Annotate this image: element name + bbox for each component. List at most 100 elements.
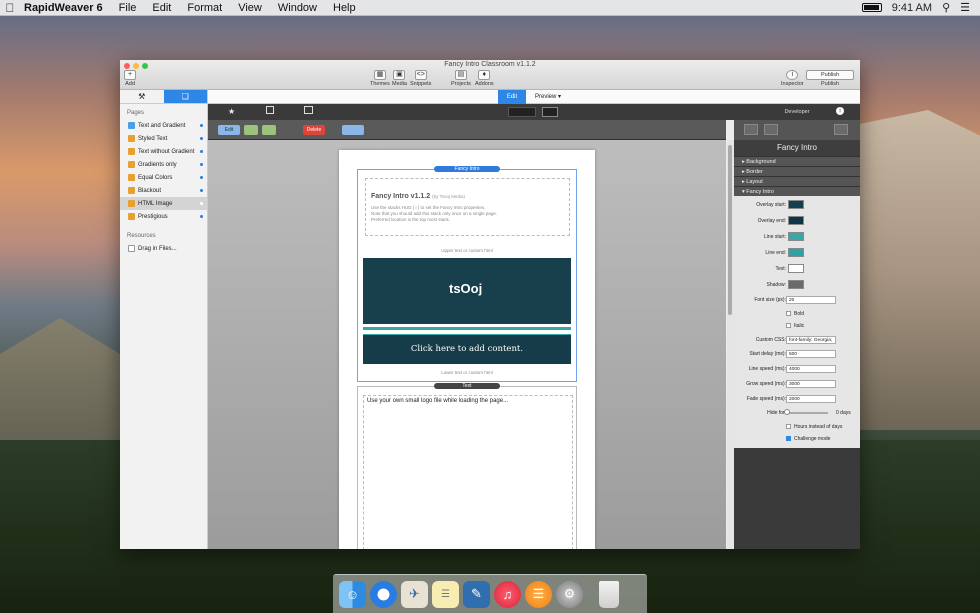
fade-speed-field[interactable]: 2000	[786, 395, 836, 403]
link-icon[interactable]	[262, 125, 276, 135]
rapidweaver-icon[interactable]: ✎	[463, 580, 490, 608]
menu-file[interactable]: File	[111, 2, 145, 14]
section-fancy-intro[interactable]: ▾ Fancy Intro	[734, 186, 860, 196]
eye-icon[interactable]	[744, 124, 758, 135]
view-toggle-a[interactable]	[508, 107, 536, 117]
page-item-selected[interactable]: HTML Image	[120, 197, 207, 210]
text-stack-content: Use your own small logo file while loadi…	[363, 395, 573, 549]
shadow-swatch[interactable]	[788, 280, 804, 289]
inspector-button[interactable]: i Inspector	[781, 70, 804, 87]
system-preferences-icon[interactable]: ⚙	[556, 580, 583, 608]
notes-icon[interactable]: ☰	[432, 580, 459, 608]
stack-author: (by Tsooj Media)	[432, 194, 466, 199]
overlay-start-swatch[interactable]	[788, 200, 804, 209]
page-item[interactable]: Gradients only	[120, 158, 207, 171]
published-dot	[200, 215, 203, 218]
spotlight-icon[interactable]: ⚲	[942, 1, 950, 14]
publish-button[interactable]: Publish Publish	[806, 70, 854, 87]
page-item[interactable]: Text and Gradient	[120, 119, 207, 132]
fancy-intro-stack[interactable]: Fancy Intro Fancy Intro v1.1.2 (by Tsooj…	[357, 166, 577, 382]
sidebar-tab-tools[interactable]: ⚒	[120, 90, 164, 103]
page-item[interactable]: Equal Colors	[120, 171, 207, 184]
italic-checkbox[interactable]	[786, 323, 791, 328]
intro-text-area[interactable]: Click here to add content.	[363, 334, 571, 364]
cloud-icon[interactable]	[342, 125, 364, 135]
stacks-page-icon	[128, 200, 135, 207]
text-stack-body[interactable]: Use your own small logo file while loadi…	[367, 398, 508, 404]
menu-format[interactable]: Format	[179, 2, 230, 14]
hide-for-slider-knob[interactable]	[784, 409, 790, 415]
window-title: Fancy Intro Classroom v1.1.2	[444, 61, 536, 68]
mail-icon[interactable]: ✈	[401, 580, 428, 608]
text-color-swatch[interactable]	[788, 264, 804, 273]
stack-edit-button[interactable]: Edit	[218, 125, 240, 135]
page-item[interactable]: Text without Gradient	[120, 145, 207, 158]
challenge-mode-checkbox[interactable]	[786, 436, 791, 441]
ibooks-icon[interactable]: ☰	[525, 580, 552, 608]
image-icon[interactable]	[304, 106, 313, 114]
clock[interactable]: 9:41 AM	[892, 2, 932, 14]
section-background[interactable]: ▸ Background	[734, 156, 860, 166]
notification-center-icon[interactable]: ☰	[960, 1, 970, 14]
resource-drop-target[interactable]: Drag in Files...	[120, 242, 207, 255]
stack-settings-icon[interactable]	[266, 106, 274, 114]
grow-speed-field[interactable]: 3000	[786, 380, 836, 388]
snippets-button[interactable]: <> Snippets	[410, 70, 431, 87]
menu-view[interactable]: View	[230, 2, 270, 14]
menu-help[interactable]: Help	[325, 2, 364, 14]
intro-logo-area[interactable]: tsOoj	[363, 258, 571, 324]
battery-icon[interactable]	[861, 3, 882, 12]
media-button[interactable]: ▣ Media	[392, 70, 407, 87]
info-icon[interactable]: i	[836, 107, 844, 115]
section-border[interactable]: ▸ Border	[734, 166, 860, 176]
themes-icon: ▦	[373, 70, 386, 80]
itunes-icon[interactable]: ♫	[494, 580, 521, 608]
published-dot	[200, 137, 203, 140]
preview-mode-button[interactable]: Preview ▾	[528, 90, 568, 104]
scrollbar-thumb[interactable]	[728, 145, 732, 315]
safari-icon[interactable]	[370, 580, 397, 608]
view-toggle-b[interactable]	[542, 107, 558, 117]
italic-label: Italic	[794, 323, 805, 329]
page-item[interactable]: Prestigious	[120, 210, 207, 223]
lower-text-placeholder[interactable]: Lower text or custom html	[358, 370, 576, 375]
page-item[interactable]: Blackout	[120, 184, 207, 197]
start-delay-field[interactable]: 500	[786, 350, 836, 358]
line-speed-field[interactable]: 4000	[786, 365, 836, 373]
page-item[interactable]: Styled Text	[120, 132, 207, 145]
hierarchy-icon[interactable]	[834, 124, 848, 135]
line-speed-label: Line speed (ms):	[748, 366, 786, 372]
upper-text-placeholder[interactable]: Upper text or custom html	[358, 248, 576, 253]
projects-button[interactable]: ▤ Projects	[451, 70, 471, 87]
publish-menu-dropdown[interactable]: Publish	[806, 70, 854, 80]
stack-delete-button[interactable]: Delete	[303, 125, 325, 135]
overlay-end-swatch[interactable]	[788, 216, 804, 225]
add-button[interactable]: + Add	[124, 70, 136, 87]
section-layout[interactable]: ▸ Layout	[734, 176, 860, 186]
library-icon[interactable]: ★	[228, 107, 235, 116]
bold-checkbox[interactable]	[786, 311, 791, 316]
trash-icon[interactable]	[599, 580, 619, 608]
text-stack[interactable]: Text Use your own small logo file while …	[357, 383, 577, 549]
inspector-title: Fancy Intro	[734, 140, 860, 156]
apple-menu-icon[interactable]: 	[0, 1, 20, 15]
sidebar-tab-pages[interactable]: ❏	[163, 90, 207, 103]
lock-icon[interactable]	[764, 124, 778, 135]
finder-icon[interactable]: ☺	[339, 580, 366, 608]
custom-css-field[interactable]: font-family: Georgia;	[786, 336, 836, 344]
duplicate-icon[interactable]	[244, 125, 258, 135]
app-menu[interactable]: RapidWeaver 6	[20, 2, 111, 14]
line-end-swatch[interactable]	[788, 248, 804, 257]
page-icon	[128, 122, 135, 129]
addons-button[interactable]: ♦ Addons	[475, 70, 494, 87]
hours-checkbox[interactable]	[786, 424, 791, 429]
stack-desc-1: Use the stacks HUD ( i ) to set the Fanc…	[371, 205, 486, 210]
themes-button[interactable]: ▦ Themes	[370, 70, 390, 87]
hide-for-slider[interactable]	[786, 412, 828, 414]
line-start-swatch[interactable]	[788, 232, 804, 241]
menu-window[interactable]: Window	[270, 2, 325, 14]
canvas-scrollbar[interactable]	[727, 140, 734, 549]
edit-mode-button[interactable]: Edit	[498, 90, 526, 104]
font-size-field[interactable]: 20	[786, 296, 836, 304]
menu-edit[interactable]: Edit	[144, 2, 179, 14]
